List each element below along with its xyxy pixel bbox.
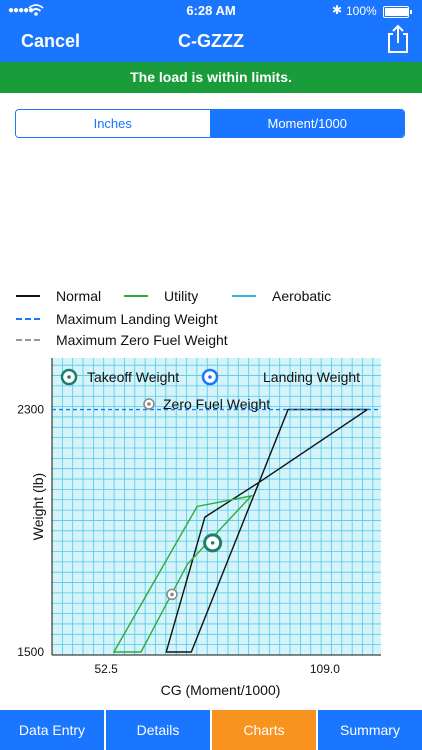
segment-inches[interactable]: Inches [16,110,211,137]
x-tick-label: 109.0 [310,662,340,676]
legend-max-zero-fuel: Maximum Zero Fuel Weight [16,332,228,348]
chart-svg: 1500 2300 52.5 109.0 CG (Moment/1000) Weight … [17,358,381,698]
bluetooth-icon: ✱ [332,3,343,17]
units-segmented-control: Inches Moment/1000 [15,109,405,138]
tab-summary[interactable]: Summary [318,710,422,750]
y-tick-label: 1500 [17,645,44,659]
load-status-banner: The load is within limits. [0,62,422,93]
legend-utility-swatch [124,295,148,297]
weight-balance-chart: 1500 2300 52.5 109.0 CG (Moment/1000) Weight … [0,355,422,705]
status-bar: ●●●●● 6:28 AM ✱ 100% [0,0,422,22]
tab-details[interactable]: Details [106,710,210,750]
takeoff-weight-key-icon-dot [67,375,71,379]
legend-aerobatic-label: Aerobatic [272,288,332,304]
legend-utility-label: Utility [164,288,199,304]
x-tick-label: 52.5 [95,662,119,676]
share-icon[interactable] [386,24,410,54]
y-axis-title: Weight (lb) [30,473,46,540]
legend-utility: Utility [124,288,198,304]
battery-icon [383,6,412,18]
legend-aerobatic-swatch [232,295,256,297]
zero-fuel-weight-key-icon-dot [147,402,151,406]
legend-max-landing-label: Maximum Landing Weight [56,311,218,327]
landing-weight-key-icon-dot [208,375,212,379]
landing-weight-key-label: Landing Weight [263,369,360,385]
nav-bar: Cancel C-GZZZ [0,22,422,62]
legend-max-zero-fuel-label: Maximum Zero Fuel Weight [56,332,228,348]
legend-normal-swatch [16,295,40,297]
battery-percent: 100% [346,4,377,18]
tab-bar: Data Entry Details Charts Summary [0,710,422,750]
takeoff-weight-marker-dot [210,541,215,545]
legend-max-landing: Maximum Landing Weight [16,311,218,327]
zero-fuel-weight-marker-dot [170,592,174,597]
takeoff-weight-key-label: Takeoff Weight [87,369,179,385]
tab-charts[interactable]: Charts [212,710,316,750]
y-tick-label: 2300 [17,403,44,417]
legend-normal: Normal [16,288,101,304]
cancel-button[interactable]: Cancel [21,31,80,52]
legend-max-zero-fuel-swatch [16,339,40,341]
tab-data-entry[interactable]: Data Entry [0,710,104,750]
zero-fuel-weight-key-label: Zero Fuel Weight [163,396,270,412]
segment-moment[interactable]: Moment/1000 [210,110,404,137]
legend-aerobatic: Aerobatic [232,288,331,304]
chart-legend: Normal Utility Aerobatic Maximum Landing… [0,284,422,354]
legend-normal-label: Normal [56,288,102,304]
x-axis-title: CG (Moment/1000) [161,682,281,698]
legend-max-landing-swatch [16,318,40,320]
